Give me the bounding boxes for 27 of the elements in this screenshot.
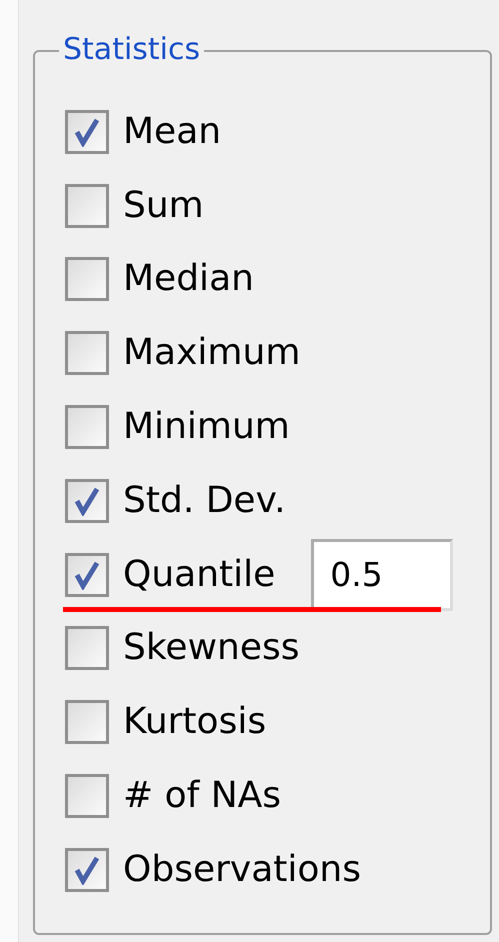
- check-icon: [72, 560, 102, 590]
- checkbox[interactable]: [65, 700, 109, 744]
- checkbox[interactable]: [65, 257, 109, 302]
- checkbox-label: Sum: [123, 186, 204, 226]
- quantile-field[interactable]: 0.5: [311, 538, 454, 611]
- checkbox[interactable]: [65, 626, 109, 670]
- checkbox-label: Quantile: [123, 554, 276, 595]
- checkbox-label: Mean: [123, 112, 222, 152]
- checkbox-label: Maximum: [123, 333, 300, 374]
- checkbox[interactable]: [65, 184, 109, 228]
- checkbox[interactable]: [65, 552, 109, 597]
- checkbox[interactable]: [65, 331, 109, 376]
- check-icon: [72, 854, 102, 885]
- checkbox-label: Skewness: [123, 628, 300, 668]
- checkbox[interactable]: [65, 405, 109, 450]
- checkbox[interactable]: [65, 110, 109, 154]
- checkbox[interactable]: [65, 478, 109, 523]
- checkbox[interactable]: [65, 774, 109, 818]
- check-icon: [72, 116, 102, 147]
- checkbox[interactable]: [65, 848, 109, 892]
- checkbox-label: Kurtosis: [123, 702, 266, 742]
- checkbox-label: Observations: [123, 850, 361, 890]
- check-icon: [72, 486, 102, 516]
- checkbox-label: # of NAs: [123, 776, 282, 816]
- checkbox-label: Median: [123, 259, 254, 300]
- checkbox-label: Minimum: [123, 407, 290, 448]
- checkbox-label: Std. Dev.: [123, 480, 286, 521]
